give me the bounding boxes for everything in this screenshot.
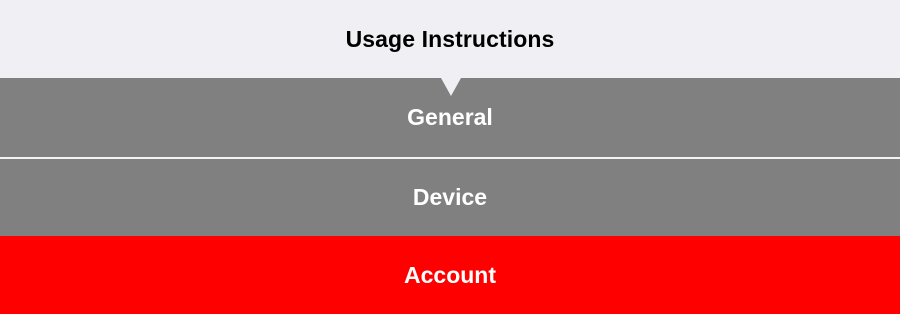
menu-item-account[interactable]: Account <box>0 236 900 314</box>
header: Usage Instructions <box>0 0 900 78</box>
menu-item-label: Account <box>404 261 496 288</box>
menu-item-label: Device <box>412 184 488 210</box>
caret-down-icon <box>441 78 461 96</box>
menu-item-device[interactable]: Device <box>0 159 900 236</box>
menu-item-label: General <box>407 104 493 130</box>
usage-instructions-panel: Usage Instructions General Device Accoun… <box>0 0 900 314</box>
page-title: Usage Instructions <box>345 25 555 52</box>
